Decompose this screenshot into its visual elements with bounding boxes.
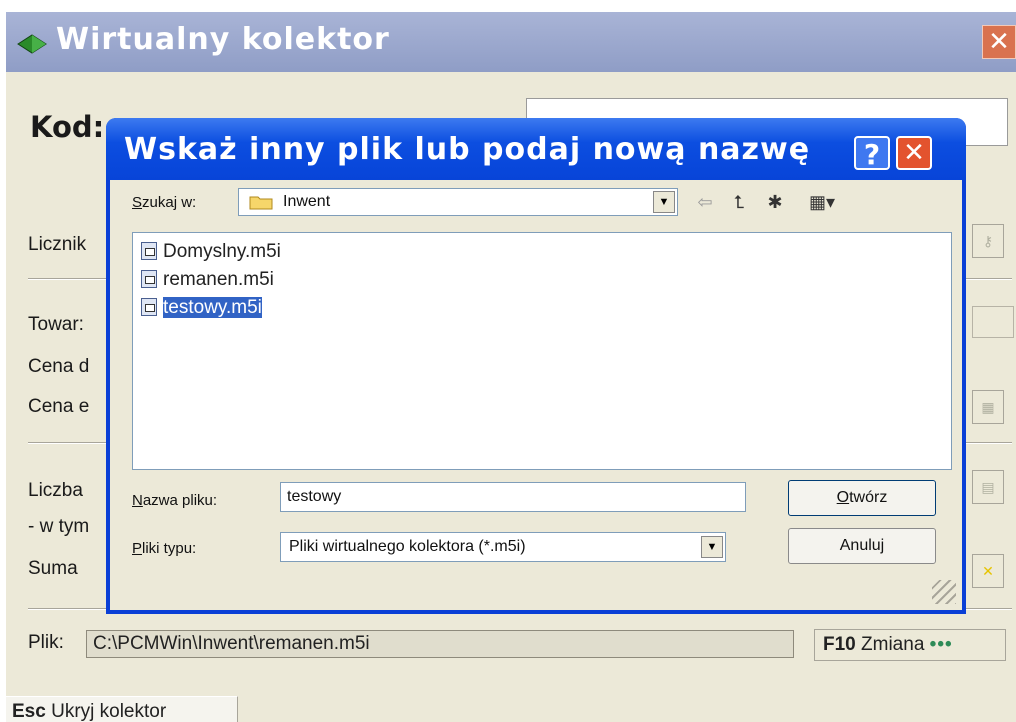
up-folder-icon[interactable]: ⮤	[726, 190, 752, 214]
help-button[interactable]: ?	[854, 136, 890, 171]
new-folder-icon[interactable]: ✱	[760, 190, 790, 214]
dialog-close-button[interactable]: ✕	[896, 136, 932, 170]
folder-icon	[249, 196, 273, 210]
f10-key: F10	[823, 634, 856, 655]
dots-icon: •••	[929, 634, 953, 655]
dialog-body: Szukaj w: Inwent ▼ ⇦ ⮤ ✱ ▦▾ Domyslny.m5i…	[110, 180, 962, 610]
file-list[interactable]: Domyslny.m5i remanen.m5i testowy.m5i	[132, 232, 952, 470]
suma-label: Suma	[28, 558, 78, 579]
app-icon	[17, 34, 47, 54]
ukryj-label: Ukryj kolektor	[51, 701, 167, 722]
zmiana-button[interactable]: F10 Zmiana •••	[814, 629, 1006, 661]
file-icon	[141, 242, 157, 260]
filetype-select[interactable]: Pliki wirtualnego kolektora (*.m5i) ▼	[280, 532, 726, 562]
dialog-title: Wskaż inny plik lub podaj nową nazwę	[124, 132, 811, 167]
towar-field[interactable]	[972, 306, 1014, 338]
back-arrow-icon[interactable]: ⇦	[692, 190, 718, 214]
file-icon	[141, 270, 157, 288]
suma-side-button[interactable]: ✕	[972, 554, 1004, 588]
file-list-item[interactable]: testowy.m5i	[141, 295, 262, 321]
dialog-titlebar[interactable]: Wskaż inny plik lub podaj nową nazwę ? ✕	[106, 118, 966, 180]
file-list-item[interactable]: remanen.m5i	[141, 267, 274, 293]
file-icon	[141, 298, 157, 316]
file-dialog: Wskaż inny plik lub podaj nową nazwę ? ✕…	[106, 118, 966, 614]
file-name: testowy.m5i	[163, 297, 262, 318]
cancel-button[interactable]: Anuluj	[788, 528, 936, 564]
chevron-down-icon[interactable]: ▼	[653, 191, 675, 213]
kod-label: Kod:	[30, 110, 105, 144]
file-list-item[interactable]: Domyslny.m5i	[141, 239, 281, 265]
towar-label: Towar:	[28, 314, 84, 335]
ukryj-kolektor-button[interactable]: Esc Ukryj kolektor	[6, 696, 238, 722]
file-name: Domyslny.m5i	[163, 241, 281, 262]
chevron-down-icon[interactable]: ▼	[701, 536, 723, 558]
cena-d-label: Cena d	[28, 356, 90, 377]
main-window-title: Wirtualny kolektor	[56, 22, 390, 57]
liczba-label: Liczba	[28, 480, 83, 501]
filename-input[interactable]: testowy	[280, 482, 746, 512]
plik-path-field: C:\PCMWin\Inwent\remanen.m5i	[86, 630, 794, 658]
lookin-value: Inwent	[283, 193, 331, 210]
resize-grip-icon[interactable]	[932, 580, 956, 604]
cena-e-label: Cena e	[28, 396, 90, 417]
filename-label: Nazwa pliku:	[132, 492, 218, 509]
cena-side-button[interactable]: ▦	[972, 390, 1004, 424]
licznik-side-button[interactable]: ⚷	[972, 224, 1004, 258]
main-close-button[interactable]: ✕	[982, 25, 1016, 59]
filetype-label: Pliki typu:	[132, 540, 197, 557]
esc-key: Esc	[12, 701, 46, 722]
zmiana-label: Zmiana	[861, 634, 925, 655]
open-button[interactable]: Otwórz	[788, 480, 936, 516]
liczba-side-button[interactable]: ▤	[972, 470, 1004, 504]
file-name: remanen.m5i	[163, 269, 274, 290]
view-menu-icon[interactable]: ▦▾	[802, 190, 842, 214]
w-tym-label: - w tym	[28, 516, 90, 537]
filetype-value: Pliki wirtualnego kolektora (*.m5i)	[289, 538, 526, 555]
main-titlebar: Wirtualny kolektor ✕	[6, 12, 1016, 72]
lookin-combo[interactable]: Inwent ▼	[238, 188, 678, 216]
lookin-label: Szukaj w:	[132, 194, 197, 211]
licznik-label: Licznik	[28, 234, 87, 255]
plik-label: Plik:	[28, 632, 64, 653]
